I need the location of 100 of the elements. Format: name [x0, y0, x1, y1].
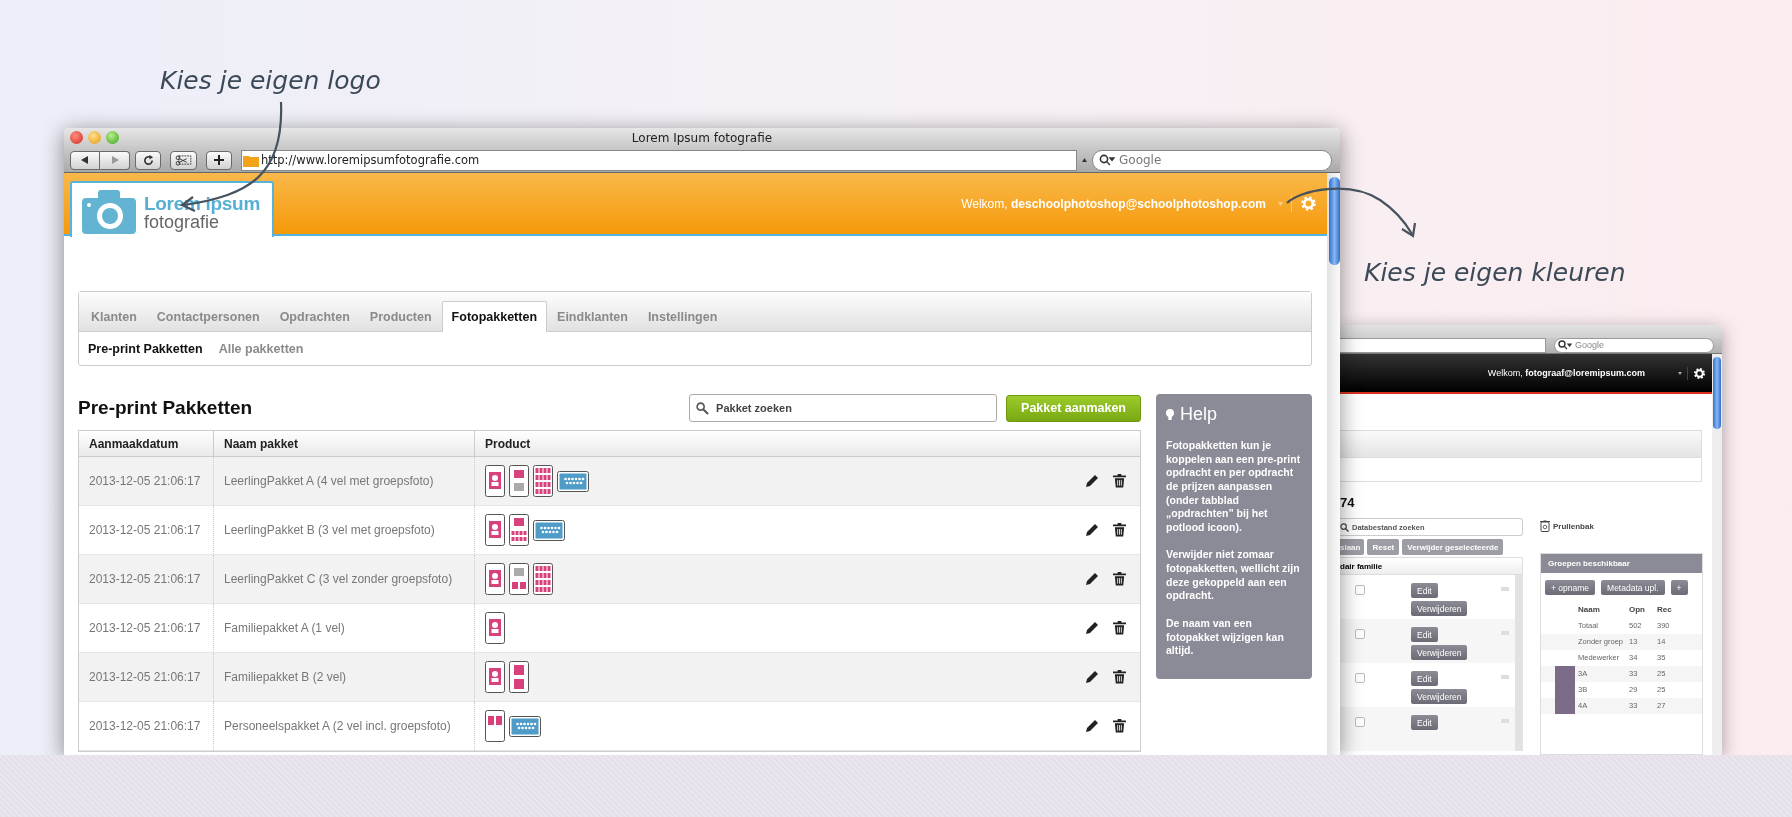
search-icon — [696, 401, 710, 415]
column-header: Naam pakket — [214, 431, 475, 456]
checkbox[interactable] — [1355, 673, 1365, 683]
lightbulb-icon — [1166, 408, 1174, 421]
trash-icon[interactable] — [1113, 670, 1126, 684]
panel-button[interactable]: + opname — [1545, 580, 1596, 595]
group-photo-icon — [533, 519, 565, 541]
toolbar-button[interactable]: Reset — [1367, 539, 1400, 555]
trash-icon[interactable] — [1113, 572, 1126, 586]
row-button[interactable]: Edit — [1411, 627, 1438, 642]
welcome-text: Welkom, fotograaf@loremipsum.com — [1487, 368, 1645, 378]
toolbar-button[interactable]: Verwijder geselecteerde — [1402, 539, 1504, 555]
panel-button[interactable]: Metadata upl. — [1601, 580, 1665, 595]
nav-tab[interactable]: Fotopakketten — [441, 301, 548, 332]
table-cell: 2013-12-05 21:06:17 — [79, 653, 214, 701]
caret-icon[interactable] — [1678, 371, 1682, 375]
pencil-icon[interactable] — [1085, 621, 1099, 635]
plus-icon — [214, 155, 224, 165]
pencil-icon[interactable] — [1085, 670, 1099, 684]
back-button[interactable] — [70, 150, 100, 170]
pencil-icon[interactable] — [1085, 474, 1099, 488]
trash-label[interactable]: Prullenbak — [1553, 521, 1594, 531]
search-field[interactable]: Pakket zoeken — [689, 394, 998, 422]
panel-title: Groepen beschikbaar — [1541, 554, 1702, 573]
group-photo-icon — [509, 715, 541, 737]
table-cell: LeerlingPakket B (3 vel met groepsfoto) — [214, 506, 475, 554]
photo-placeholder — [1555, 666, 1575, 682]
pencil-icon[interactable] — [1085, 719, 1099, 733]
portrait-print-icon — [485, 465, 505, 497]
row-button[interactable]: Edit — [1411, 715, 1438, 730]
checkbox[interactable] — [1355, 585, 1365, 595]
panel-title: Help — [1180, 404, 1218, 425]
drag-handle-icon[interactable] — [1501, 675, 1509, 679]
photo-grid-icon — [533, 563, 553, 595]
trash-icon[interactable] — [1113, 474, 1126, 488]
table-cell: Familiepakket A (1 vel) — [214, 604, 475, 652]
column-header: Opn — [1628, 604, 1646, 616]
trash-icon[interactable] — [1113, 621, 1126, 635]
split-sheet-icon — [509, 514, 529, 546]
add-button[interactable] — [206, 150, 232, 170]
clip-button[interactable] — [170, 150, 197, 170]
sub-tab[interactable]: Alle pakketten — [210, 341, 312, 356]
row-button[interactable]: Verwijderen — [1411, 689, 1468, 704]
table-cell: 2013-12-05 21:06:17 — [79, 555, 214, 603]
photo-placeholder — [1555, 698, 1575, 714]
photo-grid-icon — [533, 465, 553, 497]
help-text: De naam van een fotopakket wijzigen kan altijd. — [1166, 617, 1285, 658]
table-cell: LeerlingPakket C (3 vel zonder groepsfoto) — [214, 555, 475, 603]
nav-tab[interactable]: Producten — [359, 301, 442, 332]
search-icon — [1558, 340, 1572, 351]
camera-icon — [82, 190, 136, 234]
table-cell: Personeelspakket A (2 vel incl. groepsfoto) — [214, 702, 475, 750]
drag-handle-icon[interactable] — [1501, 587, 1509, 591]
settings-icon[interactable] — [1687, 366, 1706, 380]
window-title: Lorem Ipsum fotografie — [631, 131, 773, 145]
nav-tab[interactable]: Klanten — [81, 301, 147, 332]
reload-icon — [142, 154, 154, 166]
handwritten-note: Kies je eigen logo — [160, 66, 381, 95]
nav-tab[interactable]: Contactpersonen — [146, 301, 270, 332]
table-cell: 2013-12-05 21:06:17 — [79, 457, 214, 505]
nav-tab[interactable]: Eindklanten — [547, 301, 638, 332]
row-button[interactable]: Verwijderen — [1411, 601, 1468, 616]
column-header: dair familie — [1340, 557, 1523, 575]
page-heading: 74 — [1340, 495, 1356, 510]
row-button[interactable]: Verwijderen — [1411, 645, 1468, 660]
checkbox[interactable] — [1355, 717, 1365, 727]
sub-tab[interactable]: Pre-print Pakketten — [80, 341, 211, 356]
folder-icon — [243, 153, 259, 167]
trash-icon[interactable] — [1540, 520, 1550, 532]
nav-tab[interactable]: Instellingen — [637, 301, 728, 332]
trash-icon[interactable] — [1113, 523, 1126, 537]
row-button[interactable]: Edit — [1411, 671, 1438, 686]
reload-button[interactable] — [135, 150, 161, 170]
row-button[interactable]: Edit — [1411, 583, 1438, 598]
table-cell: 2013-12-05 21:06:17 — [79, 506, 214, 554]
scrollbar[interactable] — [1712, 354, 1722, 755]
table-cell: Familiepakket B (2 vel) — [214, 653, 475, 701]
toolbar-button[interactable]: slaan — [1340, 539, 1365, 555]
nav-tab[interactable]: Opdrachten — [269, 301, 360, 332]
search-icon — [1099, 154, 1115, 166]
help-text: Verwijder niet zomaar fotopakketten, wellicht zijn deze gekoppeld aan een opdracht. — [1166, 548, 1301, 604]
column-header: Naam — [1577, 604, 1601, 616]
search-field[interactable]: Google — [1092, 149, 1332, 171]
trash-icon[interactable] — [1113, 719, 1126, 733]
create-button[interactable]: Pakket aanmaken — [1006, 394, 1141, 422]
split-sheet-icon — [509, 563, 529, 595]
forward-button[interactable] — [100, 150, 130, 170]
close-icon[interactable] — [70, 131, 83, 144]
split-sheet-icon — [509, 465, 529, 497]
scrollbar[interactable] — [1327, 173, 1340, 755]
page-heading: Pre-print Pakketten — [78, 397, 254, 419]
portrait-print-icon — [485, 661, 505, 693]
pencil-icon[interactable] — [1085, 572, 1099, 586]
checkbox[interactable] — [1355, 629, 1365, 639]
caret-icon[interactable] — [1082, 158, 1087, 162]
panel-button[interactable]: + — [1670, 580, 1688, 595]
print-pair-icon — [485, 710, 505, 742]
pencil-icon[interactable] — [1085, 523, 1099, 537]
table-cell: 2013-12-05 21:06:17 — [79, 604, 214, 652]
table-cell: 2013-12-05 21:06:17 — [79, 702, 214, 750]
